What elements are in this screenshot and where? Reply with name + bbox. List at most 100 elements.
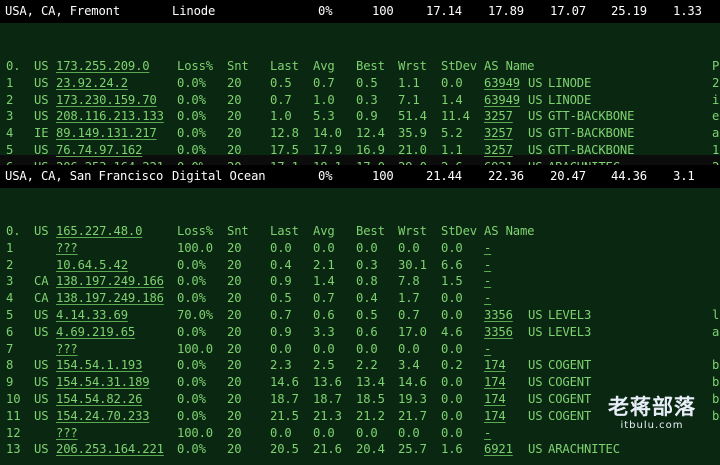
block-header: USA, CA, Fremont Linode 0% 100 17.14 17.… (0, 0, 720, 23)
cell-best: 0.3 (356, 257, 378, 272)
cell-asname: LINODE (548, 75, 592, 90)
cell-cc: US (34, 75, 49, 90)
header-count: 100 (372, 169, 394, 183)
cell-asn: - (484, 341, 492, 356)
hop-table: 0. US 173.255.209.0 Loss% Snt Last Avg Best Wrst… (0, 23, 720, 174)
cell-host: 154.54.31.189 (56, 375, 150, 390)
cell-avg: 0.0 (313, 240, 335, 255)
cell-wrst: 0.7 (398, 308, 420, 322)
cell-best: 0.3 (356, 92, 378, 107)
cell-ascc: US (528, 358, 543, 373)
cell-stdev: 5.2 (441, 126, 463, 141)
cell-hop: 2 (6, 257, 14, 272)
cell-cc: IE (34, 126, 49, 141)
cell-hop: 10 (6, 392, 21, 406)
cell-cc: US (34, 308, 49, 322)
cell-host: 89.149.131.217 (56, 126, 157, 141)
column-header-cc: US (34, 224, 49, 238)
cell-host: 208.116.213.133 (56, 109, 164, 124)
cell-cc: CA (34, 291, 49, 306)
cell-best: 12.4 (356, 126, 385, 141)
cell-hop: 5 (6, 143, 14, 157)
cell-loss: 0.0% (177, 392, 206, 406)
cell-stdev: 0.0 (441, 75, 463, 90)
cell-stdev: 0.0 (441, 375, 463, 390)
header-loss: 0% (318, 4, 333, 18)
cell-cc: US (34, 408, 49, 423)
cell-loss: 100.0 (177, 425, 213, 440)
cell-host: 138.197.249.186 (56, 291, 164, 306)
cell-last: 2.3 (270, 358, 292, 373)
cell-stdev: 6.6 (441, 257, 463, 272)
cell-host: 154.54.82.26 (56, 392, 143, 406)
cell-hop: 11 (6, 408, 21, 423)
cell-snt: 20 (227, 341, 242, 356)
cell-stdev: 1.5 (441, 274, 463, 289)
cell-last: 14.6 (270, 375, 299, 390)
cell-extra: i (712, 92, 720, 107)
hop-row: 2 10.64.5.42 0.0% 20 0.4 2.1 0.3 30.1 6.6 - (0, 257, 720, 274)
cell-snt: 20 (227, 126, 242, 141)
cell-hop: 5 (6, 308, 14, 322)
column-header-snt: Snt (227, 224, 249, 238)
column-header-wrst: Wrst (398, 224, 427, 238)
hop-row: 8 US 154.54.1.193 0.0% 20 2.3 2.5 2.2 3.4 0.2 174 U… (0, 357, 720, 374)
cell-extra: 2 (712, 75, 720, 90)
cell-ascc: US (528, 75, 543, 90)
cell-stdev: 0.0 (441, 425, 463, 440)
cell-extra: a (712, 324, 720, 339)
cell-extra: l (712, 308, 720, 322)
cell-loss: 0.0% (177, 442, 206, 457)
cell-last: 0.0 (270, 240, 292, 255)
cell-cc: US (34, 392, 49, 406)
header-v5: 3.1 (673, 169, 695, 183)
cell-avg: 1.0 (313, 92, 335, 107)
cell-stdev: 0.0 (441, 240, 463, 255)
cell-snt: 20 (227, 75, 242, 90)
cell-snt: 20 (227, 291, 242, 306)
cell-asn: 3257 (484, 109, 513, 124)
column-header-avg: Avg (313, 224, 335, 238)
cell-cc: US (34, 92, 49, 107)
cell-snt: 20 (227, 308, 242, 322)
cell-asn: 174 (484, 392, 506, 406)
cell-loss: 0.0% (177, 143, 206, 157)
cell-snt: 20 (227, 324, 242, 339)
header-v1: 17.14 (426, 4, 462, 18)
cell-cc: US (34, 358, 49, 373)
column-header-extra: P (712, 59, 720, 73)
cell-asname: GTT-BACKBONE (548, 143, 635, 157)
header-count: 100 (372, 4, 394, 18)
cell-extra: b (712, 358, 720, 373)
cell-stdev: 4.6 (441, 324, 463, 339)
column-header-host: 173.255.209.0 (56, 59, 150, 73)
column-header-best: Best (356, 59, 385, 73)
hop-row: 7??? 100.0 20 0.0 0.0 0.0 0.0 0.0 - (0, 341, 720, 358)
cell-host: 173.230.159.70 (56, 92, 157, 107)
cell-best: 0.6 (356, 324, 378, 339)
cell-extra: e (712, 109, 720, 124)
cell-ascc: US (528, 324, 543, 339)
cell-snt: 20 (227, 442, 242, 457)
cell-cc: US (34, 109, 49, 124)
cell-ascc: US (528, 92, 543, 107)
cell-cc: CA (34, 274, 49, 289)
cell-extra: b (712, 408, 720, 423)
column-header-host: 165.227.48.0 (56, 224, 143, 238)
cell-host: 76.74.97.162 (56, 143, 143, 157)
cell-wrst: 21.7 (398, 408, 427, 423)
cell-loss: 0.0% (177, 408, 206, 423)
mtr-block-fremont: USA, CA, Fremont Linode 0% 100 17.14 17.… (0, 0, 720, 174)
cell-last: 12.8 (270, 126, 299, 141)
cell-hop: 3 (6, 109, 14, 124)
cell-asn: 6921 (484, 442, 513, 457)
cell-last: 0.5 (270, 75, 292, 90)
cell-wrst: 1.1 (398, 75, 420, 90)
cell-asn: 63949 (484, 92, 520, 107)
cell-best: 0.0 (356, 240, 378, 255)
cell-wrst: 21.0 (398, 143, 427, 157)
cell-asname: GTT-BACKBONE (548, 126, 635, 141)
cell-snt: 20 (227, 358, 242, 373)
cell-stdev: 11.4 (441, 109, 470, 124)
cell-host: 154.24.70.233 (56, 408, 150, 423)
